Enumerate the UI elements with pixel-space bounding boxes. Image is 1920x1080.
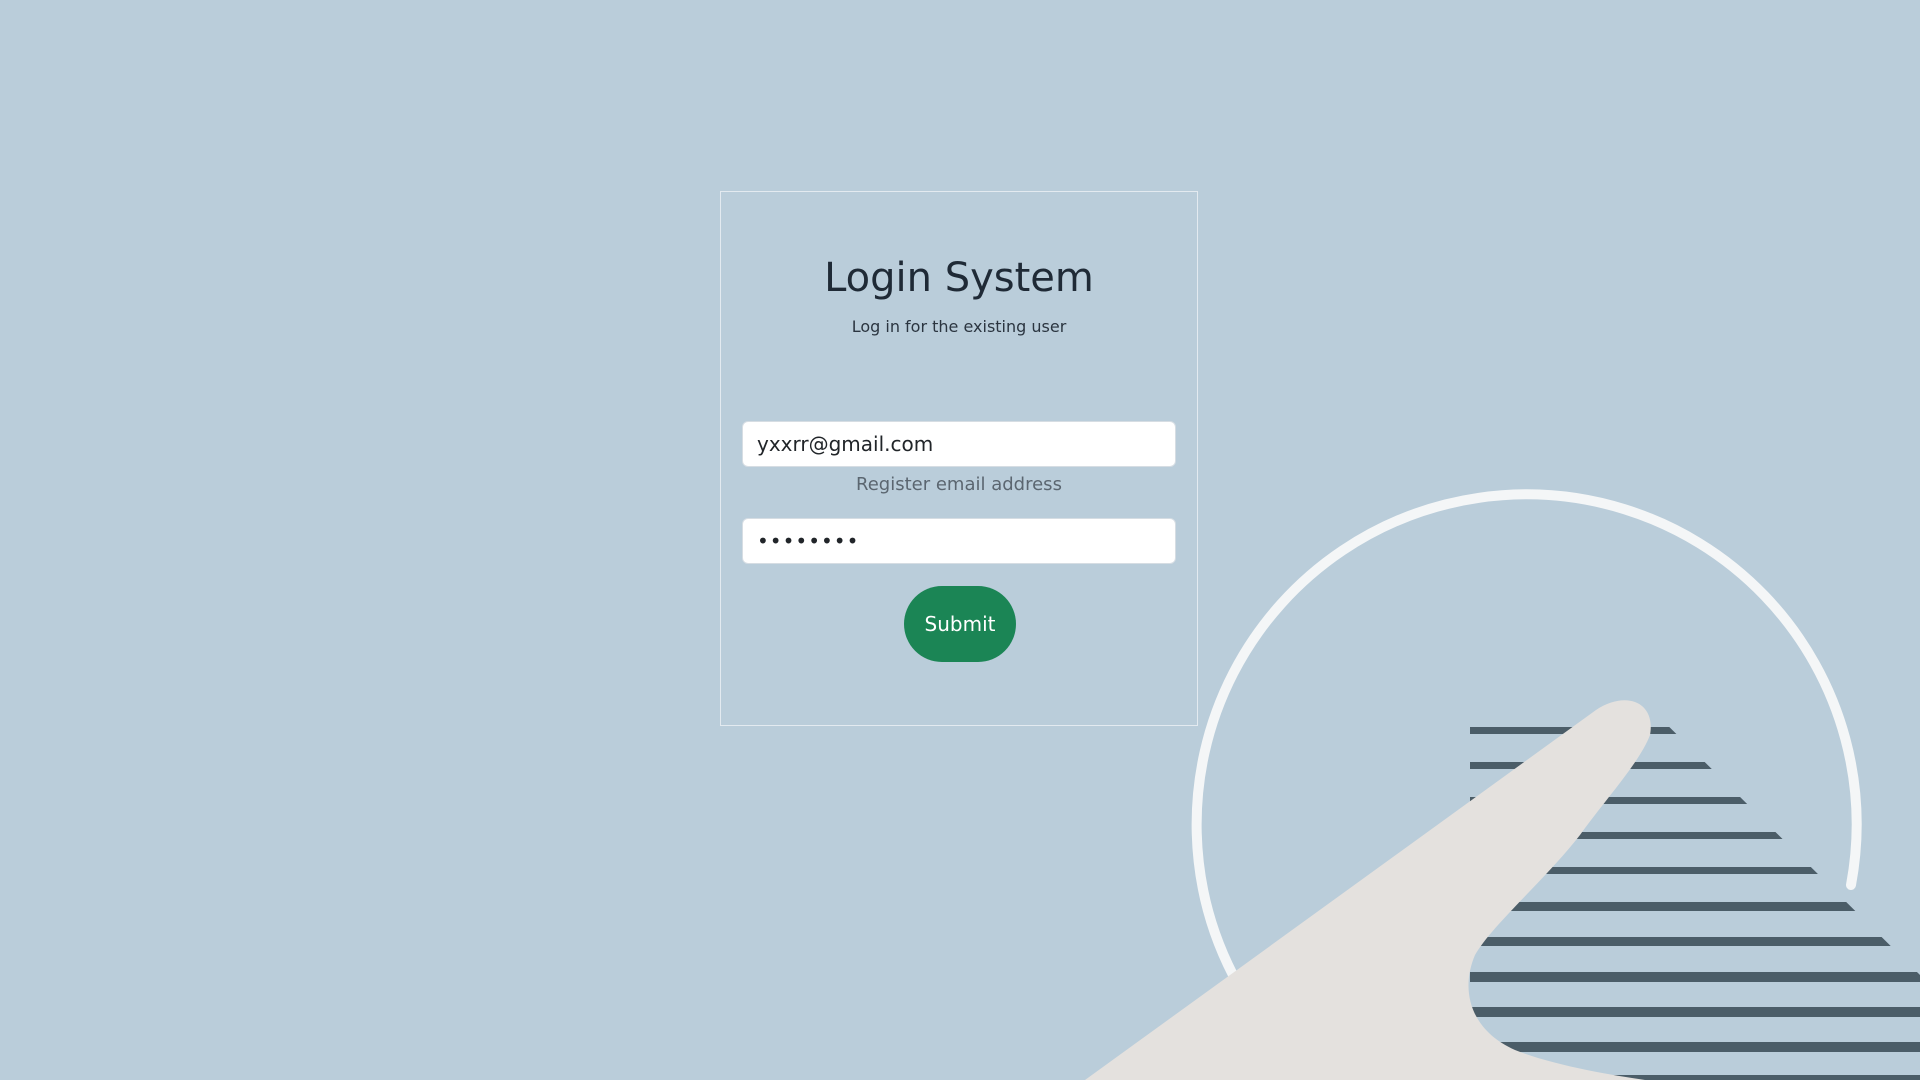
submit-button[interactable]: Submit — [904, 586, 1016, 662]
login-card: Login System Log in for the existing use… — [720, 191, 1198, 726]
page-subtitle: Log in for the existing user — [851, 317, 1067, 336]
page-title: Login System — [824, 255, 1094, 301]
email-help-text: Register email address — [856, 474, 1062, 495]
login-page: Login System Log in for the existing use… — [0, 0, 1920, 1080]
email-input[interactable] — [742, 421, 1176, 467]
password-input[interactable] — [742, 518, 1176, 564]
hand-graphic — [1085, 700, 1651, 1080]
